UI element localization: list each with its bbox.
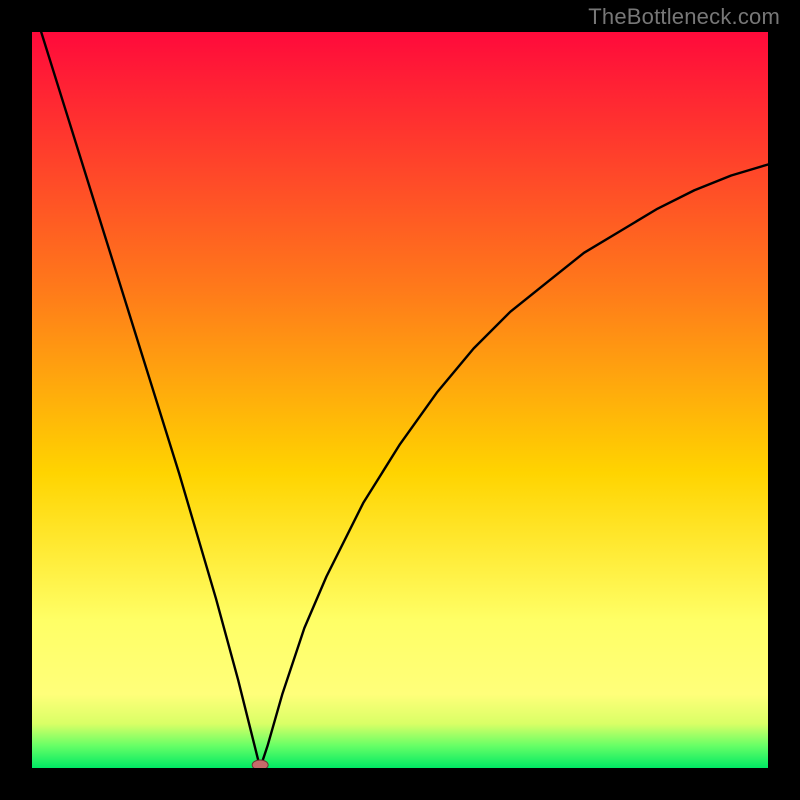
minimum-marker [252, 760, 268, 768]
gradient-background [32, 32, 768, 768]
plot-area [32, 32, 768, 768]
bottleneck-chart [32, 32, 768, 768]
chart-stage: TheBottleneck.com [0, 0, 800, 800]
watermark-text: TheBottleneck.com [588, 4, 780, 30]
